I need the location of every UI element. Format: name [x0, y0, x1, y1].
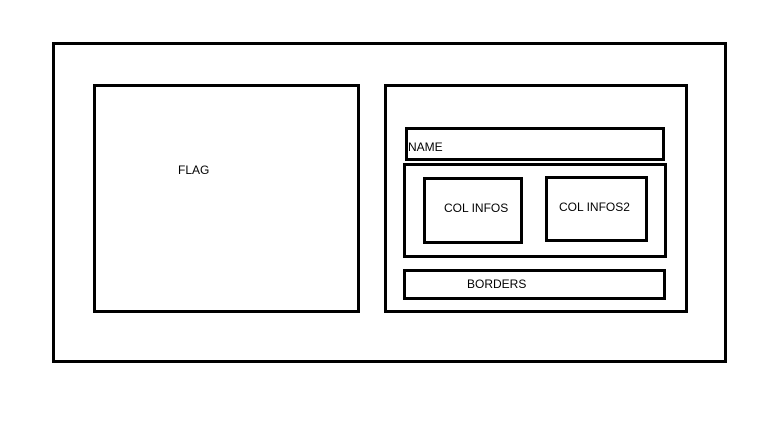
borders-label: BORDERS: [467, 277, 527, 291]
borders-box: [403, 269, 666, 300]
flag-panel: [93, 84, 360, 313]
name-box: [405, 127, 665, 161]
flag-label: FLAG: [178, 163, 210, 177]
col-infos-label: COL INFOS: [444, 201, 509, 215]
name-label: NAME: [408, 140, 443, 154]
col-infos2-label: COL INFOS2: [559, 200, 630, 214]
